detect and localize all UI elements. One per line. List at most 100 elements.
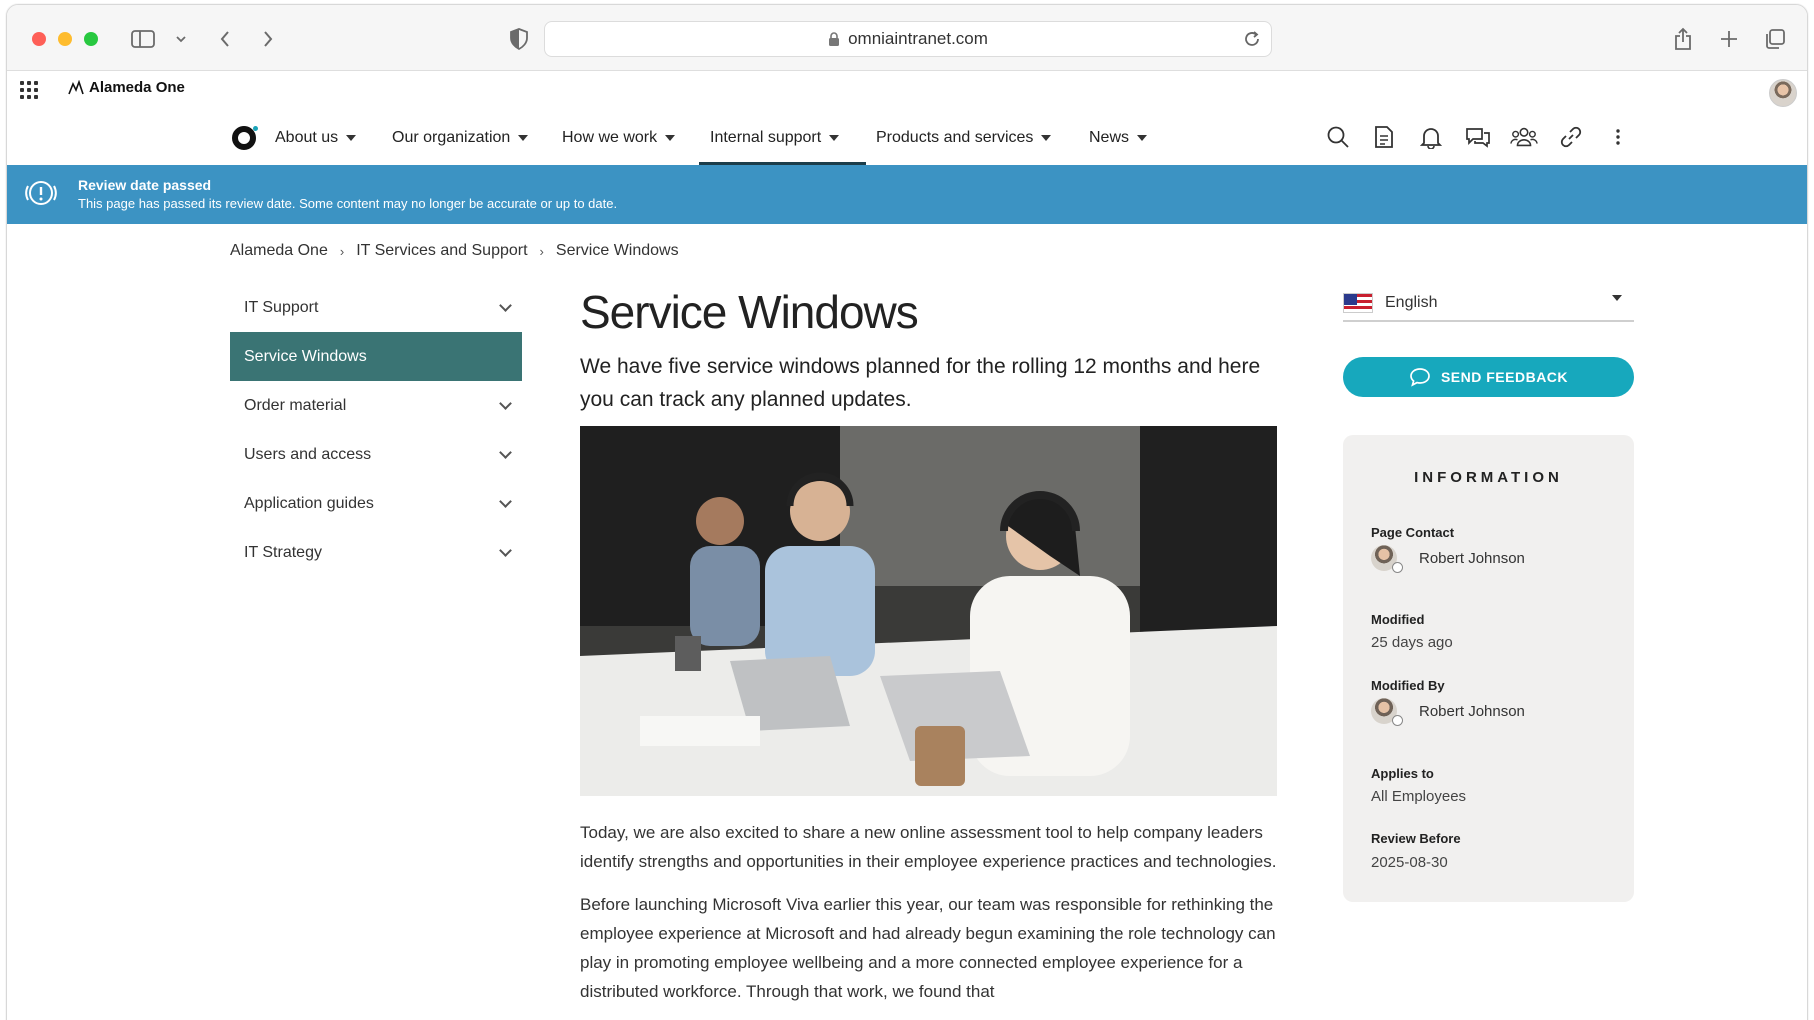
avatar xyxy=(1371,698,1403,726)
nav-item-label: Internal support xyxy=(710,129,822,146)
hero-image xyxy=(580,425,1277,796)
breadcrumb-item[interactable]: Alameda One xyxy=(230,242,328,260)
alert-circle-icon xyxy=(25,181,57,205)
leftnav-item-label: IT Strategy xyxy=(244,543,322,561)
leftnav-item-users-and-access[interactable]: Users and access xyxy=(230,430,522,479)
leftnav-item-label: IT Support xyxy=(244,298,319,316)
leftnav-item-it-strategy[interactable]: IT Strategy xyxy=(230,528,522,577)
site-logo-icon[interactable] xyxy=(232,126,258,150)
review-date-banner: Review date passed This page has passed … xyxy=(7,165,1807,224)
chat-icon[interactable] xyxy=(1464,123,1492,151)
bell-icon[interactable] xyxy=(1417,123,1445,151)
caret-down-icon xyxy=(829,135,840,141)
share-icon[interactable] xyxy=(1669,25,1697,53)
nav-item-internal-support[interactable]: Internal support xyxy=(710,129,840,147)
review-before-label: Review Before xyxy=(1371,831,1461,846)
document-icon[interactable] xyxy=(1370,123,1398,151)
app-bar: Alameda One xyxy=(7,71,1807,107)
reload-icon[interactable] xyxy=(1243,29,1261,49)
leftnav-item-label: Order material xyxy=(244,396,347,414)
body-paragraph: Before launching Microsoft Viva earlier … xyxy=(580,894,1276,1001)
caret-down-icon xyxy=(518,135,529,141)
tab-overview-icon[interactable] xyxy=(1761,25,1789,53)
breadcrumb-separator-icon: › xyxy=(339,243,345,259)
banner-title: Review date passed xyxy=(78,177,212,193)
applies-to-value: All Employees xyxy=(1371,788,1467,805)
leftnav-item-label: Service Windows xyxy=(244,347,367,365)
user-avatar[interactable] xyxy=(1769,79,1797,107)
nav-item-products-and-services[interactable]: Products and services xyxy=(876,129,1052,147)
forward-icon[interactable] xyxy=(254,25,282,53)
modified-by-label: Modified By xyxy=(1371,678,1445,693)
caret-down-icon xyxy=(665,135,676,141)
speech-bubble-icon xyxy=(1410,368,1430,387)
chevron-down-icon[interactable] xyxy=(167,25,195,53)
maximize-window-button[interactable] xyxy=(84,32,98,46)
close-window-button[interactable] xyxy=(32,32,46,46)
nav-item-label: About us xyxy=(275,129,339,146)
page-contact-name: Robert Johnson xyxy=(1419,549,1525,567)
caret-down-icon xyxy=(346,135,357,141)
brand[interactable]: Alameda One xyxy=(67,79,185,96)
applies-to-label: Applies to xyxy=(1371,766,1434,781)
search-icon[interactable] xyxy=(1324,123,1352,151)
brand-logo-icon xyxy=(68,79,84,94)
chevron-down-icon[interactable] xyxy=(499,544,512,557)
send-feedback-label: SEND FEEDBACK xyxy=(1440,369,1569,385)
avatar xyxy=(1371,545,1403,573)
review-before-value: 2025-08-30 xyxy=(1371,854,1448,871)
minimize-window-button[interactable] xyxy=(58,32,72,46)
us-flag-icon xyxy=(1343,292,1373,313)
information-card: INFORMATION Page Contact Robert Johnson … xyxy=(1343,435,1634,902)
page-contact-label: Page Contact xyxy=(1371,525,1455,540)
chevron-down-icon[interactable] xyxy=(499,397,512,410)
leftnav-item-it-support[interactable]: IT Support xyxy=(230,283,522,332)
leftnav-item-label: Users and access xyxy=(244,445,372,463)
send-feedback-button[interactable]: SEND FEEDBACK xyxy=(1343,357,1634,397)
leftnav-item-application-guides[interactable]: Application guides xyxy=(230,479,522,528)
sidebar-toggle-icon[interactable] xyxy=(129,25,157,53)
address-bar[interactable]: omniaintranet.com xyxy=(544,21,1272,57)
modified-by-person[interactable]: Robert Johnson xyxy=(1371,698,1525,726)
shield-icon[interactable] xyxy=(505,25,533,53)
body-paragraph: Today, we are also excited to share a ne… xyxy=(580,822,1277,871)
nav-item-label: How we work xyxy=(562,129,658,146)
breadcrumb-current: Service Windows xyxy=(555,242,679,259)
leftnav-item-service-windows[interactable]: Service Windows xyxy=(230,332,522,381)
back-icon[interactable] xyxy=(211,25,239,53)
link-icon[interactable] xyxy=(1557,123,1585,151)
page-contact-person[interactable]: Robert Johnson xyxy=(1371,545,1525,573)
modified-by-name: Robert Johnson xyxy=(1419,702,1525,720)
nav-item-our-organization[interactable]: Our organization xyxy=(392,129,529,147)
modified-label: Modified xyxy=(1371,612,1425,627)
leftnav-item-order-material[interactable]: Order material xyxy=(230,381,522,430)
caret-down-icon xyxy=(1041,135,1052,141)
nav-item-about-us[interactable]: About us xyxy=(275,129,357,147)
main-content: Service Windows We have five service win… xyxy=(580,287,1280,1006)
lead-paragraph: We have five service windows planned for… xyxy=(580,354,1261,411)
banner-text: This page has passed its review date. So… xyxy=(78,196,618,211)
browser-window: omniaintranet.com Alameda One About us O… xyxy=(6,4,1808,1020)
brand-name: Alameda One xyxy=(89,79,185,96)
chevron-down-icon[interactable] xyxy=(499,495,512,508)
breadcrumb-item[interactable]: IT Services and Support xyxy=(356,242,527,260)
breadcrumb: Alameda One › IT Services and Support › … xyxy=(230,242,679,260)
nav-item-news[interactable]: News xyxy=(1089,129,1148,147)
lock-icon xyxy=(829,31,840,46)
new-tab-icon[interactable] xyxy=(1715,25,1743,53)
language-selector[interactable]: English xyxy=(1343,285,1634,322)
more-options-icon[interactable] xyxy=(1604,123,1632,151)
url-text: omniaintranet.com xyxy=(848,29,988,48)
site-navigation: About us Our organization How we work In… xyxy=(7,107,1807,165)
leftnav-item-label: Application guides xyxy=(244,494,374,512)
people-icon[interactable] xyxy=(1510,123,1538,151)
app-launcher-icon[interactable] xyxy=(20,81,38,99)
caret-down-icon xyxy=(1137,135,1148,141)
nav-item-label: News xyxy=(1089,129,1130,146)
chevron-down-icon[interactable] xyxy=(499,299,512,312)
breadcrumb-separator-icon: › xyxy=(539,243,544,259)
language-label: English xyxy=(1385,293,1438,311)
nav-item-how-we-work[interactable]: How we work xyxy=(562,129,676,147)
chevron-down-icon[interactable] xyxy=(499,446,512,459)
nav-item-label: Our organization xyxy=(392,129,511,146)
